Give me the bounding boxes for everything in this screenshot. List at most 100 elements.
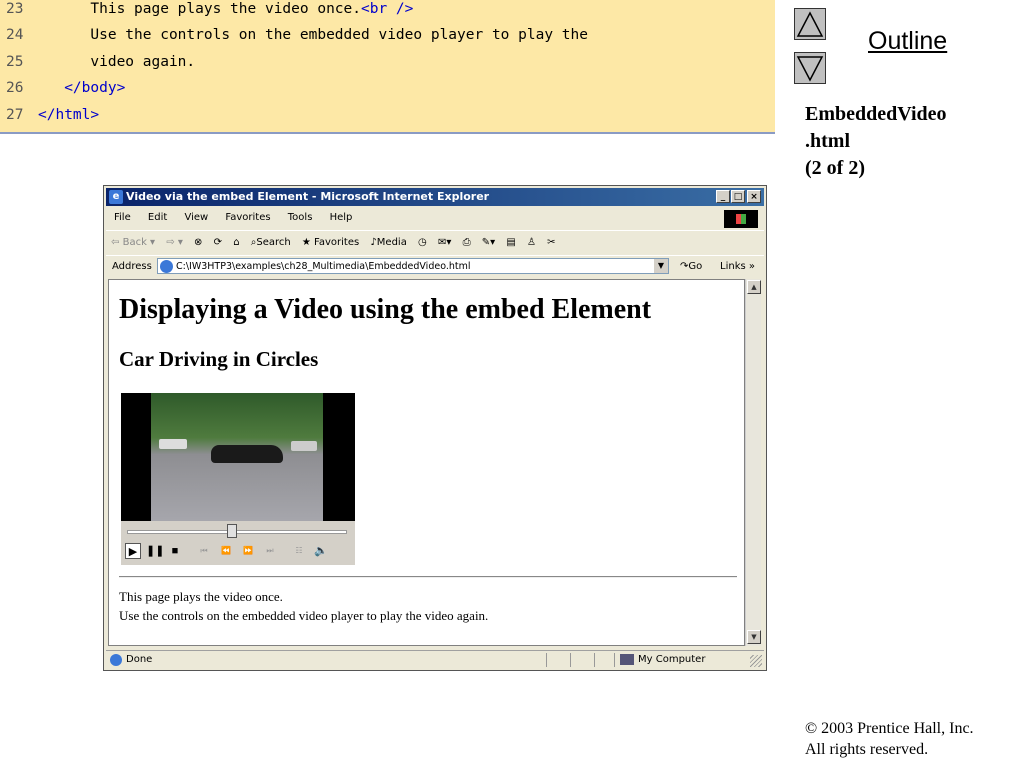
favorites-button[interactable]: ★ Favorites <box>302 231 359 255</box>
line-number: 26 <box>6 80 24 97</box>
forward-button[interactable]: ⇨ ▾ <box>166 231 183 255</box>
go-button[interactable]: ↷Go <box>680 256 702 278</box>
security-zone: My Computer <box>638 654 706 665</box>
browser-window: e Video via the embed Element - Microsof… <box>103 185 767 671</box>
close-button[interactable]: × <box>747 190 761 203</box>
code-content <box>38 80 64 96</box>
menu-view[interactable]: View <box>184 212 208 223</box>
search-button[interactable]: ⌕Search <box>251 231 291 255</box>
playlist-button[interactable]: ☷ <box>291 543 307 559</box>
previous-slide-button[interactable] <box>794 8 826 40</box>
history-button[interactable]: ◷ <box>418 231 427 255</box>
home-icon: ⌂ <box>233 237 240 248</box>
status-divider <box>614 653 615 667</box>
back-label: Back <box>122 237 147 248</box>
next-track-button[interactable]: ⏭ <box>262 543 278 559</box>
skip-forward-icon: ⏭ <box>266 546 274 555</box>
mail-button[interactable]: ✉▾ <box>438 231 451 255</box>
media-label: Media <box>376 237 407 248</box>
go-label: Go <box>688 261 703 272</box>
address-bar: Address C:\IW3HTP3\examples\ch28_Multime… <box>106 255 764 278</box>
tools-button[interactable]: ✂ <box>547 231 555 255</box>
seek-bar[interactable] <box>127 530 347 534</box>
toolbar: ⇦ Back ▾ ⇨ ▾ ⊗ ⟳ ⌂ ⌕Search ★ Favorites ♪… <box>106 230 764 255</box>
outline-link[interactable]: Outline <box>868 27 947 56</box>
copyright: © 2003 Prentice Hall, Inc. All rights re… <box>805 718 974 760</box>
video-player[interactable]: ▶ ❚❚ ■ ⏮ ⏪ ⏩ ⏭ ☷ 🔈 <box>121 393 355 565</box>
code-text: </html> <box>38 106 99 124</box>
file-caption-line3: (2 of 2) <box>805 157 865 179</box>
code-text: video again. <box>38 53 195 71</box>
ie-icon: e <box>109 190 123 204</box>
messenger-button[interactable]: ♙ <box>527 231 536 255</box>
ie-page-icon <box>110 654 122 666</box>
play-icon: ▶ <box>128 546 138 558</box>
media-button[interactable]: ♪Media <box>370 231 406 255</box>
stop-button[interactable]: ⊗ <box>194 231 202 255</box>
play-button[interactable]: ▶ <box>125 543 141 559</box>
messenger-icon: ♙ <box>527 237 536 248</box>
page-content: Displaying a Video using the embed Eleme… <box>108 279 745 646</box>
menu-edit[interactable]: Edit <box>148 212 167 223</box>
refresh-icon: ⟳ <box>213 237 222 248</box>
links-label: Links <box>720 261 746 272</box>
back-button[interactable]: ⇦ Back ▾ <box>111 231 155 255</box>
code-listing: 23 This page plays the video once.<br />… <box>0 0 775 134</box>
rewind-button[interactable]: ⏪ <box>218 543 234 559</box>
address-dropdown-button[interactable]: ▼ <box>654 259 668 273</box>
links-button[interactable]: Links » <box>720 256 755 278</box>
edit-button[interactable]: ✎▾ <box>482 231 495 255</box>
fast-forward-button[interactable]: ⏩ <box>240 543 256 559</box>
minimize-button[interactable]: _ <box>716 190 730 203</box>
code-text: Use the controls on the embedded video p… <box>38 26 588 44</box>
page-paragraph: This page plays the video once. Use the … <box>119 587 488 625</box>
stop-icon: ⊗ <box>194 237 203 248</box>
print-button[interactable]: ⎙ <box>463 231 471 255</box>
page-subheading: Car Driving in Circles <box>119 347 319 371</box>
file-caption-line1: EmbeddedVideo <box>805 103 947 125</box>
status-bar: Done My Computer <box>106 650 764 669</box>
file-caption: EmbeddedVideo .html (2 of 2) <box>805 101 947 182</box>
next-slide-button[interactable] <box>794 52 826 84</box>
menu-tools[interactable]: Tools <box>288 212 313 223</box>
status-divider <box>570 653 571 667</box>
address-input[interactable]: C:\IW3HTP3\examples\ch28_Multimedia\Embe… <box>157 258 669 274</box>
address-value: C:\IW3HTP3\examples\ch28_Multimedia\Embe… <box>176 261 471 272</box>
resize-grip[interactable] <box>750 655 762 667</box>
pause-button[interactable]: ❚❚ <box>146 543 164 559</box>
line-number: 23 <box>6 1 24 17</box>
file-caption-line2: .html <box>805 130 850 152</box>
scroll-down-button[interactable]: ▼ <box>747 630 761 644</box>
code-text: This page plays the video once.<br /> <box>38 0 413 18</box>
home-button[interactable]: ⌂ <box>233 231 239 255</box>
scroll-up-button[interactable]: ▲ <box>747 280 761 294</box>
wrench-icon: ✂ <box>547 237 556 248</box>
seek-thumb[interactable] <box>227 524 237 538</box>
discuss-button[interactable]: ▤ <box>506 231 515 255</box>
rewind-icon: ⏪ <box>221 546 231 555</box>
code-tag: <br /> <box>361 1 414 17</box>
menu-file[interactable]: File <box>114 212 131 223</box>
maximize-button[interactable]: □ <box>731 190 745 203</box>
speaker-icon: 🔈 <box>314 545 328 557</box>
paragraph-line2: Use the controls on the embedded video p… <box>119 608 489 623</box>
edit-icon: ✎ <box>481 237 491 248</box>
video-frame <box>121 393 355 521</box>
volume-button[interactable]: 🔈 <box>313 543 329 559</box>
address-label: Address <box>112 261 152 272</box>
copyright-line1: © 2003 Prentice Hall, Inc. <box>805 720 974 737</box>
vertical-scrollbar[interactable]: ▲ ▼ <box>745 279 761 646</box>
code-content: video again. <box>38 53 196 70</box>
status-divider <box>546 653 547 667</box>
paragraph-line1: This page plays the video once. <box>119 589 283 604</box>
playlist-icon: ☷ <box>295 546 303 555</box>
page-heading: Displaying a Video using the embed Eleme… <box>119 294 652 325</box>
previous-track-button[interactable]: ⏮ <box>196 543 212 559</box>
refresh-button[interactable]: ⟳ <box>214 231 222 255</box>
menu-help[interactable]: Help <box>330 212 353 223</box>
title-bar[interactable]: e Video via the embed Element - Microsof… <box>106 188 764 206</box>
arrow-up-icon: ▲ <box>751 283 757 291</box>
menu-favorites[interactable]: Favorites <box>225 212 270 223</box>
search-label: Search <box>256 237 291 248</box>
stop-playback-button[interactable]: ■ <box>167 543 183 559</box>
